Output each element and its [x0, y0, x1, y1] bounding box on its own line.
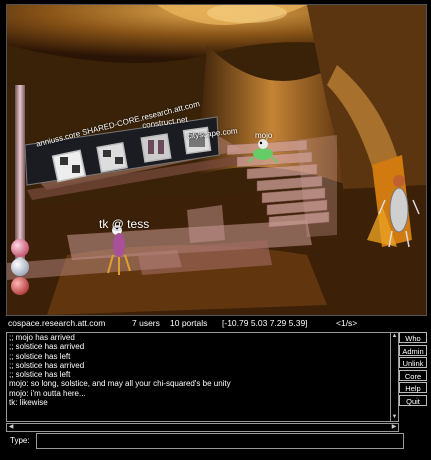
chat-input[interactable] [36, 433, 404, 449]
chat-horizontal-scrollbar[interactable]: ◀ ▶ [6, 423, 399, 432]
status-host: cospace.research.att.com [8, 318, 106, 328]
chat-line: ;; solstice has left [9, 370, 71, 380]
command-buttons: Who Admin Unlink Core Help Quit [399, 332, 429, 407]
status-coordinates: [-10.79 5.03 7.29 5.39] [222, 318, 308, 328]
chat-line: ;; mojo has arrived [9, 333, 75, 342]
chat-vertical-scrollbar[interactable]: ▲ ▼ [390, 332, 399, 422]
scroll-left-arrow-icon[interactable]: ◀ [7, 424, 15, 431]
type-label: Type: [10, 436, 30, 445]
scroll-right-arrow-icon[interactable]: ▶ [390, 424, 398, 431]
who-button[interactable]: Who [399, 332, 427, 343]
cospace-window: anniuss.core SHARED-CORE.research.att.co… [0, 0, 431, 460]
status-portal-count: 10 portals [170, 318, 208, 328]
avatar-label-tk: tk @ tess [99, 217, 150, 231]
scroll-up-arrow-icon[interactable]: ▲ [391, 333, 398, 340]
3d-viewport[interactable]: anniuss.core SHARED-CORE.research.att.co… [6, 4, 427, 316]
chat-line: tk: likewise [9, 398, 48, 408]
chat-line: ;; solstice has left [9, 351, 71, 361]
scroll-down-arrow-icon[interactable]: ▼ [391, 414, 398, 421]
scene-render [7, 5, 426, 315]
chat-line: ;; solstice has arrived [9, 342, 85, 352]
chat-log[interactable]: ;; mojo has arrived ;; solstice has arri… [6, 332, 391, 422]
admin-button[interactable]: Admin [399, 344, 427, 356]
status-bar: cospace.research.att.com 7 users 10 port… [0, 316, 431, 330]
chat-line: mojo: so long, solstice, and may all you… [9, 379, 231, 389]
core-button[interactable]: Core [399, 369, 427, 381]
quit-button[interactable]: Quit [399, 394, 427, 406]
help-button[interactable]: Help [399, 382, 427, 393]
chat-line: mojo: i'm outta here... [9, 388, 86, 398]
chat-line: ;; solstice has arrived [9, 360, 85, 370]
status-rate: <1/s> [336, 318, 358, 328]
status-user-count: 7 users [132, 318, 160, 328]
chat-input-row: Type: [6, 432, 425, 452]
unlink-button[interactable]: Unlink [399, 357, 427, 368]
avatar-label-mojo: mojo [255, 131, 273, 140]
